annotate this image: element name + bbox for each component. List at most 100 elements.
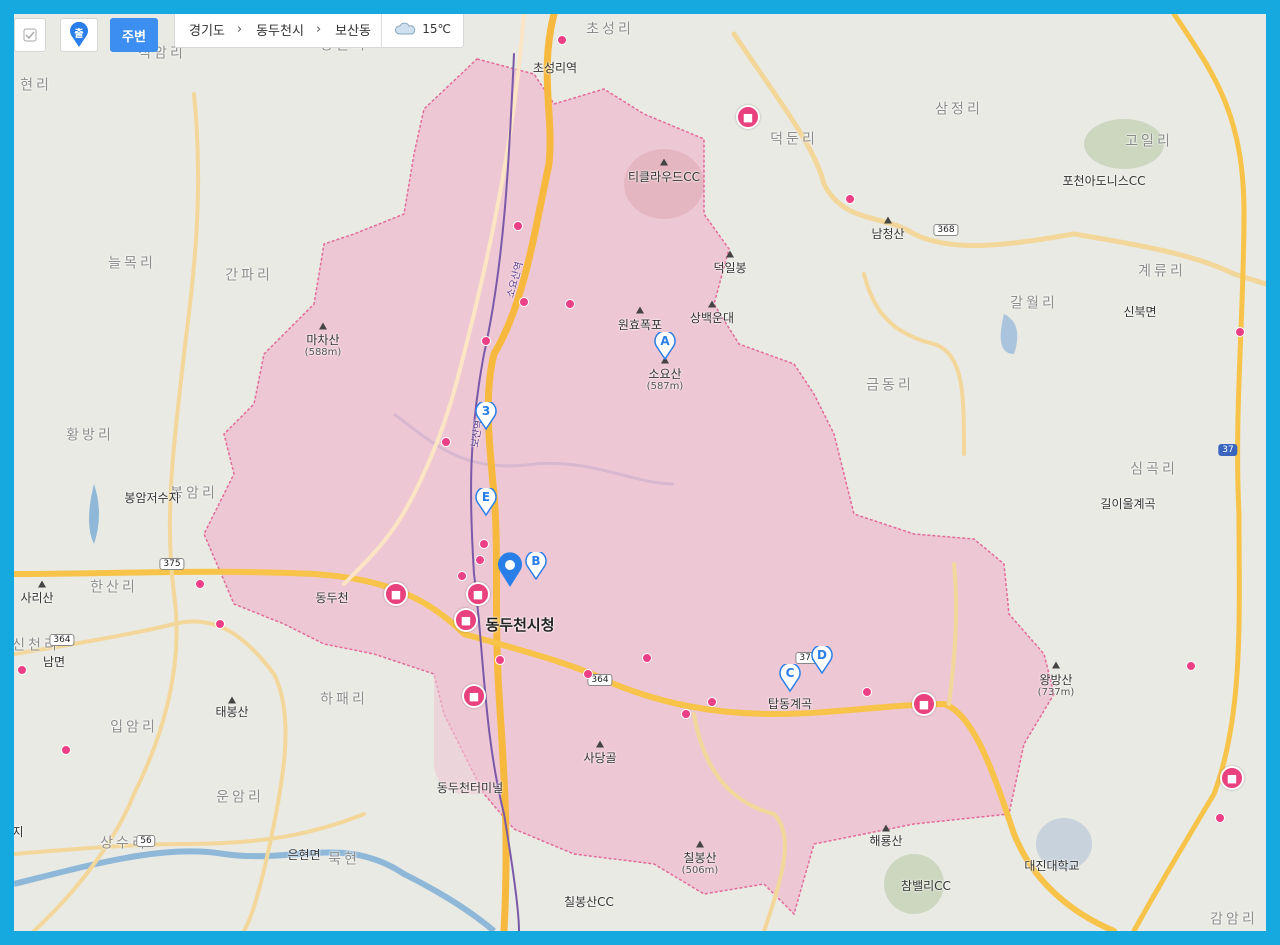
poi-dot[interactable] — [681, 709, 691, 719]
poi-dot[interactable] — [17, 665, 27, 675]
poi-dot[interactable] — [642, 653, 652, 663]
marker-letter: B — [531, 554, 541, 568]
marker-letter: 3 — [481, 404, 491, 418]
marker-letter: C — [785, 666, 795, 680]
poi-dot[interactable] — [195, 579, 205, 589]
hotel-icon[interactable]: ■ — [736, 105, 760, 129]
area-label: 고일리 — [1125, 133, 1173, 150]
place-label[interactable]: 해룡산 — [869, 834, 902, 848]
start-point-button[interactable]: 출 — [60, 18, 98, 52]
place-label[interactable]: 사당골 — [583, 751, 616, 765]
station-label[interactable]: 초성리역 — [533, 61, 577, 75]
area-label: 덕둔리 — [770, 131, 818, 148]
hotel-icon[interactable]: ■ — [454, 608, 478, 632]
place-label[interactable]: 상백운대 — [690, 311, 734, 325]
search-result-marker-b[interactable]: B — [525, 550, 547, 581]
poi-dot[interactable] — [479, 539, 489, 549]
marker-letter: E — [481, 490, 491, 504]
route-368 — [731, 31, 1266, 287]
mountain-elevation: (587m) — [646, 381, 684, 393]
reservoir — [89, 484, 99, 544]
search-result-marker-a[interactable]: A — [654, 330, 676, 361]
map-frame[interactable]: 초성리 적암리 양원리 현리 늘목리 간파리 황방리 봉암리 한산리 사리산 남… — [14, 14, 1266, 931]
mountain-icon — [708, 300, 716, 308]
place-label: 은현면 — [287, 847, 321, 862]
place-label[interactable]: 포천아도니스CC — [1063, 174, 1146, 188]
place-label[interactable]: 봉암저수지 — [124, 491, 179, 505]
place-label: 신북면 — [1123, 304, 1157, 319]
poi-dot[interactable] — [495, 655, 505, 665]
chevron-right-icon: › — [315, 21, 322, 37]
place-label[interactable]: 칠봉산CC — [564, 895, 614, 909]
place-label[interactable]: 원효폭포 — [618, 318, 662, 332]
poi-dot[interactable] — [862, 687, 872, 697]
poi-dot[interactable] — [215, 619, 225, 629]
city-hall-label[interactable]: 동두천시청 — [485, 616, 554, 634]
mountain-icon — [636, 306, 644, 314]
area-label: 하패리 — [320, 691, 368, 708]
ic-label[interactable]: 동두천 — [315, 591, 348, 605]
poi-dot[interactable] — [583, 669, 593, 679]
mountain-label[interactable]: 마차산 (588m) — [305, 333, 342, 359]
search-result-marker-e[interactable]: E — [475, 486, 497, 517]
breadcrumb-district[interactable]: 보산동 — [321, 20, 371, 39]
poi-dot[interactable] — [475, 555, 485, 565]
place-label[interactable]: 탑동계곡 — [768, 697, 812, 711]
search-result-marker-3[interactable]: 3 — [475, 400, 497, 431]
poi-dot[interactable] — [845, 194, 855, 204]
poi-dot[interactable] — [457, 571, 467, 581]
start-label: 출 — [74, 29, 84, 40]
map-canvas[interactable] — [14, 14, 1266, 931]
poi-dot[interactable] — [513, 221, 523, 231]
search-result-marker-d[interactable]: D — [811, 644, 833, 675]
chevron-right-icon: › — [236, 21, 243, 37]
hotel-icon[interactable]: ■ — [384, 582, 408, 606]
layer-checkbox[interactable] — [14, 18, 46, 52]
place-label[interactable]: 남청산 — [871, 227, 904, 241]
poi-dot[interactable] — [707, 697, 717, 707]
mountain-label[interactable]: 왕방산 (737m) — [1038, 673, 1075, 699]
poi-dot[interactable] — [61, 745, 71, 755]
breadcrumb-city[interactable]: 동두천시 — [242, 20, 304, 39]
area-label: 한산리 — [90, 579, 138, 596]
area-label: 금동리 — [866, 377, 914, 394]
poi-dot[interactable] — [1235, 327, 1245, 337]
mountain-elevation: (737m) — [1037, 687, 1075, 699]
place-label[interactable]: 티클라우드CC — [628, 170, 700, 184]
area-label: 현리 — [20, 77, 52, 94]
poi-dot[interactable] — [441, 437, 451, 447]
current-location-pin[interactable] — [496, 552, 524, 592]
place-label[interactable]: 대진대학교 — [1024, 859, 1079, 873]
temperature-text: 15℃ — [422, 22, 451, 36]
mountain-icon — [38, 580, 46, 588]
mountain-name: 소요산 — [648, 366, 682, 381]
poi-dot[interactable] — [519, 297, 529, 307]
search-result-marker-c[interactable]: C — [779, 662, 801, 693]
hotel-icon[interactable]: ■ — [1220, 766, 1244, 790]
poi-dot[interactable] — [1215, 813, 1225, 823]
weather-widget[interactable]: 15℃ — [381, 14, 463, 47]
route-shield: 364 — [49, 634, 75, 646]
area-label: 입암리 — [110, 719, 158, 736]
place-label[interactable]: 덕일봉 — [713, 261, 746, 275]
place-label[interactable]: 길이울계곡 — [1100, 497, 1155, 511]
terminal-label[interactable]: 동두천터미널 — [437, 781, 503, 795]
hotel-icon[interactable]: ■ — [462, 684, 486, 708]
poi-dot[interactable] — [1186, 661, 1196, 671]
hotel-icon[interactable]: ■ — [912, 692, 936, 716]
nearby-button[interactable]: 주변 — [110, 18, 158, 52]
place-label[interactable]: 참밸리CC — [901, 879, 951, 893]
poi-dot[interactable] — [481, 336, 491, 346]
place-label: 지 — [14, 824, 24, 839]
mountain-icon — [596, 740, 604, 748]
mountain-label[interactable]: 소요산 (587m) — [647, 367, 684, 393]
mountain-label[interactable]: 칠봉산 (506m) — [682, 851, 719, 877]
hotel-icon[interactable]: ■ — [466, 582, 490, 606]
poi-dot[interactable] — [565, 299, 575, 309]
area-label: 삼정리 — [935, 101, 983, 118]
breadcrumb-province[interactable]: 경기도 — [175, 20, 225, 39]
place-label[interactable]: 태봉산 — [215, 705, 248, 719]
place-label: 남면 — [42, 654, 66, 669]
local-road — [32, 92, 201, 931]
poi-dot[interactable] — [557, 35, 567, 45]
